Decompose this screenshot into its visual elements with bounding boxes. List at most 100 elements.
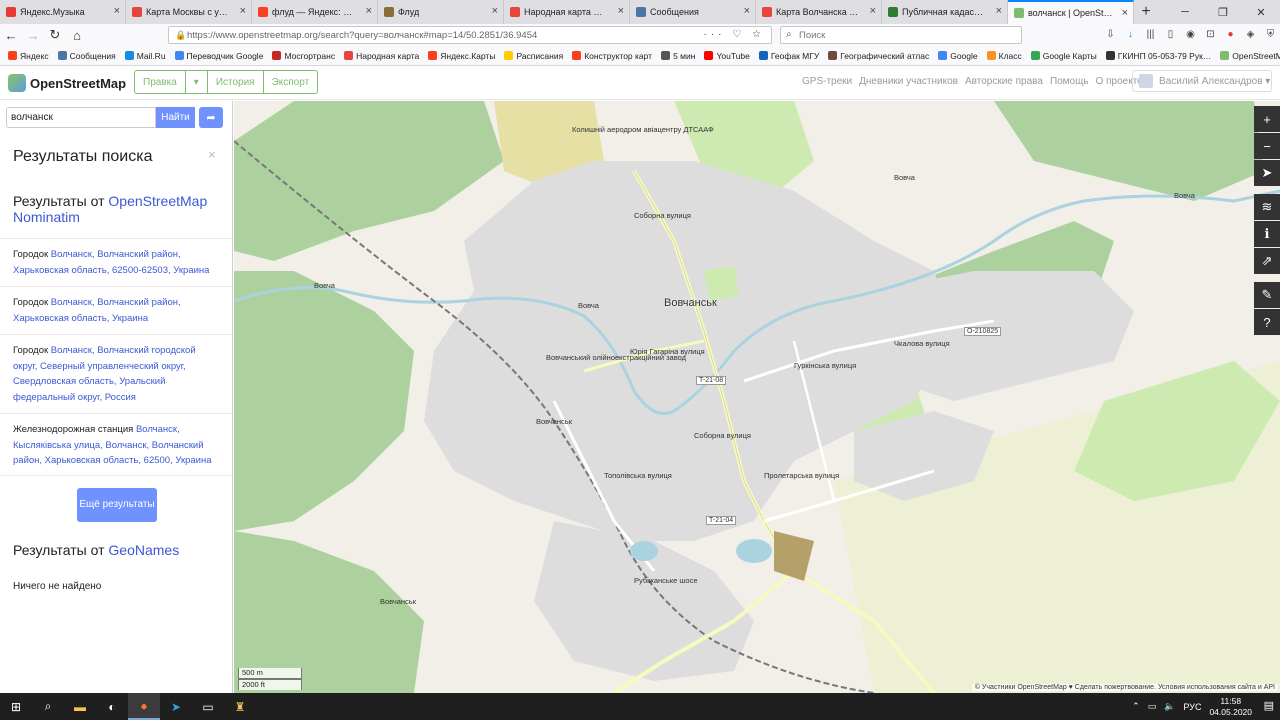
browser-tab[interactable]: Яндекс.Музыка × xyxy=(0,0,126,24)
bookmark-item[interactable]: Конструктор карт xyxy=(572,51,652,61)
note-icon[interactable]: ✎ xyxy=(1254,282,1280,308)
url-bar[interactable]: 🔒 https://www.openstreetmap.org/search?q… xyxy=(168,26,772,44)
map-label-street: Чкалова вулиця xyxy=(894,339,950,348)
extension-icon[interactable]: ◈ xyxy=(1244,27,1257,41)
nav-gps-traces[interactable]: GPS-треки xyxy=(802,76,852,87)
map-label-street: Юрія Гагаріна вулиця xyxy=(630,347,705,356)
nav-diaries[interactable]: Дневники участников xyxy=(859,76,958,87)
new-tab-button[interactable]: + xyxy=(1134,0,1158,24)
home-icon[interactable]: ⌂ xyxy=(66,24,88,46)
layers-icon[interactable]: ≋ xyxy=(1254,194,1280,220)
language-indicator[interactable]: РУС xyxy=(1183,702,1201,712)
app-icon[interactable]: ▭ xyxy=(192,693,224,720)
history-button[interactable]: История xyxy=(208,71,264,93)
bookmark-item[interactable]: Мосгортранс xyxy=(272,51,335,61)
bookmark-item[interactable]: Расписания xyxy=(504,51,563,61)
notifications-icon[interactable]: ▤ xyxy=(1264,699,1274,712)
tab-close-icon[interactable]: × xyxy=(996,5,1002,17)
browser-tab[interactable]: Народная карта — ред… × xyxy=(504,0,630,24)
edit-button[interactable]: Правка xyxy=(135,71,186,93)
edit-dropdown-button[interactable]: ▾ xyxy=(186,71,208,93)
user-menu[interactable]: Василий Александров ▾ xyxy=(1132,70,1272,92)
restore-icon[interactable]: ❐ xyxy=(1204,0,1242,24)
info-icon[interactable]: ℹ xyxy=(1254,221,1280,247)
bookmark-item[interactable]: Яндекс.Карты xyxy=(428,51,495,61)
provider-link-geonames[interactable]: GeoNames xyxy=(108,542,179,558)
tab-close-icon[interactable]: × xyxy=(618,5,624,17)
download-arrow-icon[interactable]: ↓ xyxy=(1124,27,1137,41)
export-button[interactable]: Экспорт xyxy=(264,71,318,93)
library-icon[interactable]: ||| xyxy=(1144,27,1157,41)
browser-tab[interactable]: Сообщения × xyxy=(630,0,756,24)
bookmark-item[interactable]: Сообщения xyxy=(57,51,116,61)
bookmark-item[interactable]: Класс xyxy=(986,51,1022,61)
share-icon[interactable]: ⇗ xyxy=(1254,248,1280,274)
bookmark-item[interactable]: OpenStreetMap xyxy=(1220,51,1280,61)
search-icon[interactable]: ⌕ xyxy=(32,693,64,720)
query-icon[interactable]: ? xyxy=(1254,309,1280,335)
account-icon[interactable]: ◉ xyxy=(1184,27,1197,41)
browser-tab[interactable]: флуд — Яндекс: нашло… × xyxy=(252,0,378,24)
bookmark-item[interactable]: YouTube xyxy=(704,51,750,61)
tab-close-icon[interactable]: × xyxy=(870,5,876,17)
zoom-out-icon[interactable]: − xyxy=(1254,133,1280,159)
bookmark-item[interactable]: Яндекс xyxy=(8,51,49,61)
reload-icon[interactable]: ↻ xyxy=(44,24,66,46)
map-view[interactable]: Колишній аеродром авіацентру ДТСААФ Вовч… xyxy=(234,101,1280,693)
firefox-icon[interactable]: ● xyxy=(128,693,160,720)
app-icon[interactable]: ◐ xyxy=(96,693,128,720)
bookmark-item[interactable]: Mail.Ru xyxy=(124,51,166,61)
directions-icon[interactable]: ➦ xyxy=(199,107,223,128)
browser-tab[interactable]: Публичная кадастрова… × xyxy=(882,0,1008,24)
page-actions-icon[interactable]: ··· ♡ ☆ xyxy=(704,29,765,40)
browser-tab[interactable]: Карта Москвы с улица… × xyxy=(126,0,252,24)
bookmark-item[interactable]: Google xyxy=(938,51,978,61)
browser-tab[interactable]: Флуд × xyxy=(378,0,504,24)
tab-close-icon[interactable]: × xyxy=(240,5,246,17)
search-button[interactable]: Найти xyxy=(156,107,195,128)
volume-icon[interactable]: 🔈 xyxy=(1164,701,1175,712)
start-icon[interactable]: ⊞ xyxy=(0,693,32,720)
clock[interactable]: 11:58 04.05.2020 xyxy=(1209,696,1252,718)
screenshot-icon[interactable]: ⊡ xyxy=(1204,27,1217,41)
forward-arrow-icon[interactable]: → xyxy=(22,24,44,46)
nav-help[interactable]: Помощь xyxy=(1050,76,1089,87)
minimize-icon[interactable]: ─ xyxy=(1166,0,1204,24)
close-window-icon[interactable]: ✕ xyxy=(1242,0,1280,24)
bookmark-label: Яндекс.Карты xyxy=(440,50,496,61)
search-input[interactable] xyxy=(6,107,156,128)
more-results-button[interactable]: Ещё результаты xyxy=(77,488,157,522)
tab-close-icon[interactable]: × xyxy=(114,5,120,17)
tab-close-icon[interactable]: × xyxy=(1122,7,1128,19)
sidebar-icon[interactable]: ▯ xyxy=(1164,27,1177,41)
map-label-town: Вовчанськ xyxy=(664,297,717,309)
bookmark-item[interactable]: Народная карта xyxy=(344,51,419,61)
browser-tab[interactable]: волчанск | OpenStreetM… × xyxy=(1008,0,1134,24)
bookmark-item[interactable]: Google Карты xyxy=(1030,51,1097,61)
tab-close-icon[interactable]: × xyxy=(492,5,498,17)
game-icon[interactable]: ♜ xyxy=(224,693,256,720)
map-attribution[interactable]: © Участники OpenStreetMap ♥ Сделать поже… xyxy=(971,684,1278,691)
adblock-icon[interactable]: ● xyxy=(1224,27,1237,41)
osm-logo[interactable]: OpenStreetMap xyxy=(8,74,126,92)
tab-close-icon[interactable]: × xyxy=(366,5,372,17)
bookmark-item[interactable]: 5 мин xyxy=(661,51,695,61)
bookmark-item[interactable]: Переводчик Google xyxy=(174,51,263,61)
file-explorer-icon[interactable]: ▬ xyxy=(64,693,96,720)
bookmark-item[interactable]: Географический атлас xyxy=(828,51,929,61)
tab-close-icon[interactable]: × xyxy=(744,5,750,17)
zoom-in-icon[interactable]: + xyxy=(1254,106,1280,132)
browser-search-input[interactable]: ⌕ Поиск xyxy=(780,26,1022,44)
locate-icon[interactable]: ➤ xyxy=(1254,160,1280,186)
shield-icon[interactable]: ⛨ xyxy=(1264,27,1277,41)
downloads-icon[interactable]: ⇩ xyxy=(1104,27,1117,41)
network-icon[interactable]: ▭ xyxy=(1148,701,1157,712)
telegram-icon[interactable]: ➤ xyxy=(160,693,192,720)
bookmark-item[interactable]: Геофак МГУ xyxy=(758,51,819,61)
bookmark-item[interactable]: ГКИНП 05-053-79 Рук… xyxy=(1105,51,1211,61)
browser-tab[interactable]: Карта Волчанска с ули… × xyxy=(756,0,882,24)
close-icon[interactable]: × xyxy=(208,147,216,162)
back-arrow-icon[interactable]: ← xyxy=(0,24,22,46)
tray-arrow-icon[interactable]: ⌃ xyxy=(1132,701,1140,712)
nav-copyright[interactable]: Авторские права xyxy=(965,76,1043,87)
